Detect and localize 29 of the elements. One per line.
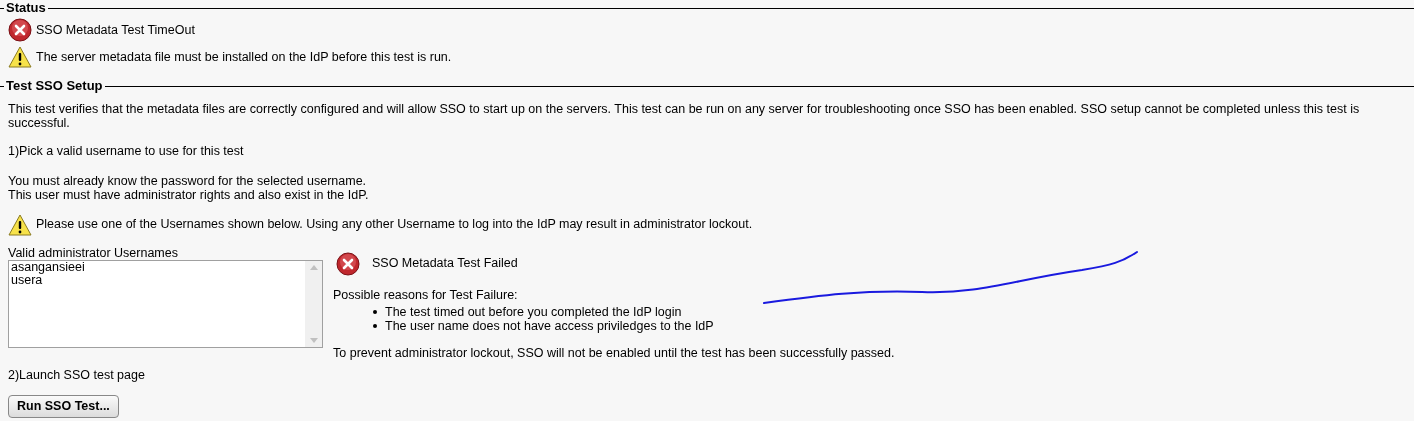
section-title: Test SSO Setup (5, 78, 104, 94)
description-text: This test verifies that the metadata files are correctly configured and will allow SSO to start up on the servers. This test can be run on any server for troubleshooting once SSO has been enabled. SSO setup cannot be completed unless this test is successful. (8, 102, 1361, 130)
section-title: Status (5, 0, 47, 16)
step-label: 2)Launch SSO test page (8, 367, 146, 385)
note-text: This user must have administrator rights and also exist in the IdP. (8, 187, 370, 202)
error-icon (8, 18, 32, 42)
username-listbox[interactable]: asangansieei usera (8, 259, 323, 348)
list-label: Valid administrator Usernames (8, 245, 179, 260)
list-option[interactable]: asangansieei (11, 260, 303, 274)
warning-icon (8, 46, 32, 68)
status-message: SSO Metadata Test TimeOut (36, 21, 195, 39)
reasons-heading: Possible reasons for Test Failure: (333, 286, 519, 304)
run-test-button[interactable]: Run SSO Test... (8, 395, 119, 418)
scroll-down-icon[interactable] (309, 337, 318, 343)
scrollbar[interactable] (305, 260, 322, 347)
warning-icon (8, 213, 32, 236)
result-title: SSO Metadata Test Failed (372, 255, 518, 273)
note-text: You must already know the password for the selected username. (8, 173, 368, 188)
step-label: 1)Pick a valid username to use for this test (8, 143, 245, 160)
status-message: The server metadata file must be installed on the IdP before this test is run. (36, 48, 452, 66)
error-icon (336, 251, 360, 276)
list-option[interactable]: usera (11, 273, 303, 287)
warning-message: Please use one of the Usernames shown below. Using any other Username to log into the IdP may result in administrator lockout. (36, 216, 753, 234)
scroll-up-icon[interactable] (309, 264, 318, 270)
reason-text: The user name does not have access priviledges to the IdP (385, 318, 714, 333)
reason-text: The test timed out before you completed the IdP login (385, 304, 682, 319)
bullet-icon (373, 323, 377, 328)
bullet-icon (373, 309, 377, 314)
lockout-note: To prevent administrator lockout, SSO will not be enabled until the test has been successfully passed. (333, 344, 895, 362)
